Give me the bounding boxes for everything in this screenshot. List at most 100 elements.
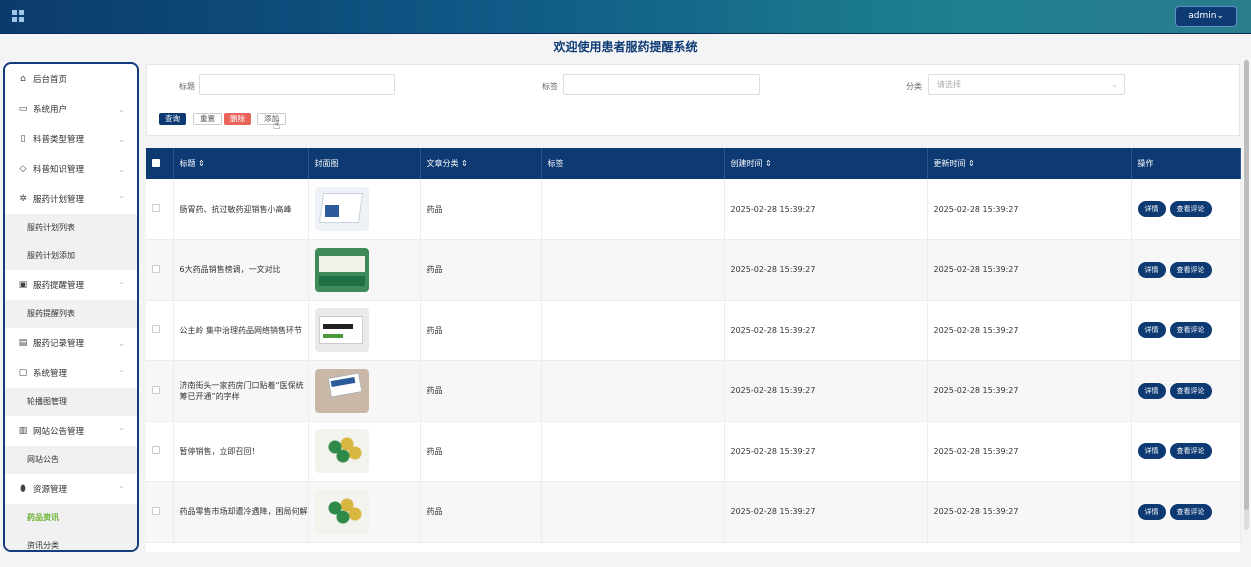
top-bar: admin⌄ [0, 0, 1251, 34]
row-created: 2025-02-28 15:39:27 [724, 360, 928, 422]
reset-button[interactable]: 重置 [193, 113, 222, 125]
row-updated: 2025-02-28 15:39:27 [927, 300, 1132, 361]
category-select[interactable]: 请选择 ⌄ [928, 74, 1125, 95]
sidebar-subitem-carousel[interactable]: 轮播图管理 [5, 388, 137, 416]
chevron-up-icon: ⌃ [118, 368, 125, 378]
row-checkbox[interactable] [152, 204, 160, 212]
admin-dropdown-button[interactable]: admin⌄ [1175, 6, 1237, 27]
sidebar-subitem-news-category[interactable]: 资讯分类 [5, 532, 137, 550]
row-checkbox[interactable] [152, 506, 160, 515]
row-title: 暂停销售，立即召回！ [173, 421, 309, 482]
row-tag [541, 360, 725, 422]
sidebar-item-label: 网站公告管理 [33, 427, 85, 437]
sidebar-item-resource[interactable]: ⬮ 资源管理 ⌃ [5, 474, 137, 504]
sidebar-item-science-type[interactable]: ▯ 科普类型管理 ⌄ [5, 124, 137, 154]
sidebar-subitem-reminder-list[interactable]: 服药提醒列表 [5, 300, 137, 328]
title-input[interactable] [199, 74, 395, 95]
view-comments-button[interactable]: 查看评论 [1169, 322, 1212, 339]
row-checkbox[interactable] [152, 264, 160, 273]
detail-button[interactable]: 详情 [1137, 443, 1166, 460]
detail-button[interactable]: 详情 [1137, 382, 1166, 399]
sidebar-item-users[interactable]: ▭ 系统用户 ⌄ [5, 94, 137, 124]
sidebar-item-notice[interactable]: ▥ 网站公告管理 ⌃ [5, 416, 137, 446]
sidebar-subitem-plan-list[interactable]: 服药计划列表 [5, 214, 137, 242]
row-tag [541, 300, 725, 361]
view-comments-button[interactable]: 查看评论 [1169, 261, 1212, 278]
delete-button[interactable]: 删除 [224, 113, 251, 125]
row-tag [541, 481, 725, 543]
row-title: 肠胃药、抗过敏药迎销售小高峰 [173, 179, 309, 240]
view-comments-button[interactable]: 查看评论 [1169, 443, 1212, 460]
submenu-med-plan: 服药计划列表 服药计划添加 [5, 214, 137, 270]
chevron-down-icon: ⌄ [118, 104, 125, 114]
tag-input[interactable] [563, 74, 760, 95]
col-ops: 操作 [1131, 148, 1241, 179]
detail-button[interactable]: 详情 [1137, 261, 1166, 278]
sidebar-item-science-knowledge[interactable]: ◇ 科普知识管理 ⌄ [5, 154, 137, 184]
cover-image [314, 489, 369, 534]
title-label: 标题 [179, 82, 195, 91]
row-category: 药品 [420, 481, 542, 543]
detail-button[interactable]: 详情 [1137, 503, 1166, 520]
bookmark-icon: ▯ [20, 134, 26, 144]
row-created: 2025-02-28 15:39:27 [724, 421, 928, 482]
pill-icon: ⬮ [20, 484, 26, 494]
col-updated[interactable]: 更新时间 ⇕ [927, 148, 1132, 179]
category-placeholder: 请选择 [937, 80, 961, 89]
row-updated: 2025-02-28 15:39:27 [927, 421, 1132, 482]
sidebar-item-med-reminder[interactable]: ▣ 服药提醒管理 ⌃ [5, 270, 137, 300]
row-created: 2025-02-28 15:39:27 [724, 481, 928, 543]
submenu-med-reminder: 服药提醒列表 [5, 300, 137, 328]
col-category[interactable]: 文章分类 ⇕ [420, 148, 542, 179]
sidebar-item-med-plan[interactable]: ✲ 服药计划管理 ⌃ [5, 184, 137, 214]
tag-label: 标签 [542, 82, 558, 91]
table-row: 肠胃药、抗过敏药迎销售小高峰 药品 2025-02-28 15:39:27 2025-… [146, 179, 1241, 240]
chevron-down-icon: ⌄ [118, 134, 125, 144]
row-created: 2025-02-28 15:39:27 [724, 239, 928, 301]
sidebar-item-label: 服药计划管理 [33, 195, 85, 205]
hand-cursor-icon: ☝ [273, 118, 281, 132]
row-title: 公主岭 集中治理药品网络销售环节 [173, 300, 309, 361]
row-checkbox[interactable] [152, 446, 160, 455]
row-checkbox[interactable] [152, 325, 160, 334]
select-all-checkbox[interactable] [152, 158, 160, 167]
row-title: 药品零售市场却遭冷遇降，困局何解 [173, 481, 309, 543]
menu-grid-icon[interactable] [12, 10, 24, 22]
sidebar-item-label: 服药记录管理 [33, 339, 85, 349]
sidebar-item-label: 服药提醒管理 [33, 281, 85, 291]
sidebar-item-label: 系统用户 [33, 105, 68, 115]
chevron-up-icon: ⌃ [118, 194, 125, 204]
sidebar-subitem-plan-add[interactable]: 服药计划添加 [5, 242, 137, 270]
submenu-system: 轮播图管理 [5, 388, 137, 416]
calendar-icon: ▣ [18, 280, 28, 290]
sidebar-item-label: 科普类型管理 [33, 135, 85, 145]
row-category: 药品 [420, 300, 542, 361]
chevron-up-icon: ⌃ [118, 280, 125, 290]
cover-image [314, 187, 369, 231]
col-tag: 标签 [541, 148, 725, 179]
sidebar-item-label: 系统管理 [33, 369, 68, 379]
view-comments-button[interactable]: 查看评论 [1169, 201, 1212, 217]
detail-button[interactable]: 详情 [1137, 322, 1166, 339]
message-icon: ▢ [18, 368, 28, 378]
row-checkbox[interactable] [152, 385, 160, 394]
sidebar-item-system[interactable]: ▢ 系统管理 ⌃ [5, 358, 137, 388]
sidebar-subitem-drug-news[interactable]: 药品资讯 [5, 504, 137, 532]
query-button[interactable]: 查询 [159, 113, 186, 125]
row-tag [541, 179, 725, 240]
chevron-up-icon: ⌃ [118, 426, 125, 436]
view-comments-button[interactable]: 查看评论 [1169, 382, 1212, 399]
col-created[interactable]: 创建时间 ⇕ [724, 148, 928, 179]
sidebar-item-home[interactable]: ⌂ 后台首页 [5, 64, 137, 94]
tag-icon: ◇ [19, 164, 27, 174]
detail-button[interactable]: 详情 [1137, 201, 1166, 217]
sidebar-subitem-notice[interactable]: 网站公告 [5, 446, 137, 474]
col-title[interactable]: 标题 ⇕ [173, 148, 309, 179]
search-panel: 标题 标签 分类 请选择 ⌄ 查询 重置 删除 添加 ☝ [146, 64, 1240, 136]
data-table: 标题 ⇕ 封面图 文章分类 ⇕ 标签 创建时间 ⇕ 更新时间 ⇕ 操作 肠胃药、… [146, 148, 1241, 552]
page-scrollbar[interactable] [1244, 60, 1249, 530]
add-button[interactable]: 添加 [257, 113, 286, 125]
view-comments-button[interactable]: 查看评论 [1169, 503, 1212, 520]
row-created: 2025-02-28 15:39:27 [724, 300, 928, 361]
sidebar-item-med-record[interactable]: ▤ 服药记录管理 ⌄ [5, 328, 137, 358]
